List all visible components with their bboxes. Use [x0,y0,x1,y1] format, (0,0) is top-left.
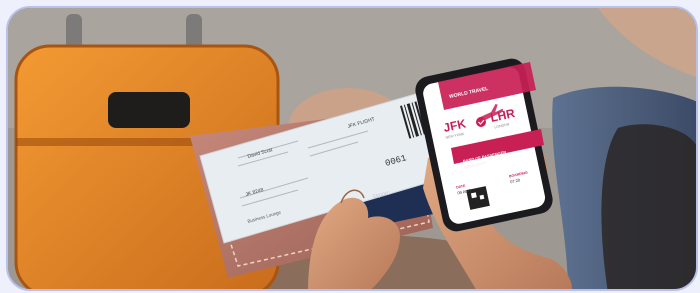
photo-illustration: David Scott JFK FLIGHT 0061 JK 8248 Busi… [8,8,696,289]
dark-bag [601,124,696,289]
image-frame: David Scott JFK FLIGHT 0061 JK 8248 Busi… [0,0,700,293]
travel-photo: David Scott JFK FLIGHT 0061 JK 8248 Busi… [6,6,698,291]
check-circle-icon [476,117,486,127]
